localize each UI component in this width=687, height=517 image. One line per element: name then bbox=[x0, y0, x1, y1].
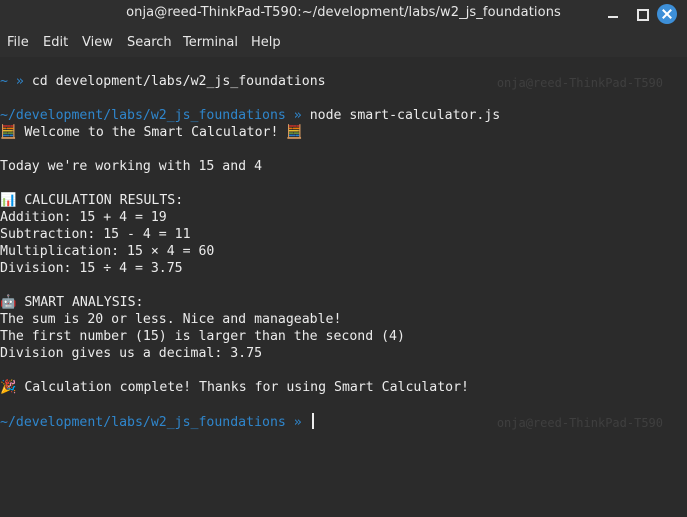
prompt-arrow: » bbox=[293, 415, 302, 430]
menu-search[interactable]: Search bbox=[127, 35, 172, 50]
prompt-arrow: » bbox=[15, 74, 24, 89]
output-analysis-3: Division gives us a decimal: 3.75 bbox=[0, 346, 263, 361]
prompt-line-2: ~/development/labs/w2_js_foundations » n… bbox=[0, 107, 500, 124]
terminal-output[interactable]: ~ » cd development/labs/w2_js_foundation… bbox=[0, 57, 687, 517]
menu-view[interactable]: View bbox=[82, 35, 113, 50]
output-analysis-1: The sum is 20 or less. Nice and manageab… bbox=[0, 312, 342, 327]
menu-bar: File Edit View Search Terminal Help bbox=[0, 27, 687, 57]
prompt-path: ~/development/labs/w2_js_foundations bbox=[0, 108, 286, 123]
output-addition: Addition: 15 + 4 = 19 bbox=[0, 210, 167, 225]
menu-terminal[interactable]: Terminal bbox=[183, 35, 238, 50]
maximize-button[interactable] bbox=[633, 5, 651, 23]
prompt-line-3: ~/development/labs/w2_js_foundations » bbox=[0, 413, 314, 431]
close-button[interactable] bbox=[657, 4, 677, 24]
prompt-arrow: » bbox=[293, 108, 302, 123]
prompt-line-1: ~ » cd development/labs/w2_js_foundation… bbox=[0, 73, 326, 90]
output-welcome: 🧮 Welcome to the Smart Calculator! 🧮 bbox=[0, 125, 303, 140]
prompt-path: ~/development/labs/w2_js_foundations bbox=[0, 415, 286, 430]
ghost-hostname: onja@reed-ThinkPad-T590 bbox=[496, 416, 663, 430]
command-text: node smart-calculator.js bbox=[309, 108, 501, 123]
title-bar: onja@reed-ThinkPad-T590:~/development/la… bbox=[0, 0, 687, 27]
window-title: onja@reed-ThinkPad-T590:~/development/la… bbox=[126, 5, 561, 20]
output-today: Today we're working with 15 and 4 bbox=[0, 159, 263, 174]
output-division: Division: 15 ÷ 4 = 3.75 bbox=[0, 261, 183, 276]
menu-file[interactable]: File bbox=[7, 35, 29, 50]
ghost-hostname: onja@reed-ThinkPad-T590 bbox=[496, 76, 663, 90]
output-analysis-2: The first number (15) is larger than the… bbox=[0, 329, 405, 344]
output-analysis-header: 🤖 SMART ANALYSIS: bbox=[0, 295, 144, 310]
minimize-button[interactable] bbox=[604, 5, 622, 23]
menu-edit[interactable]: Edit bbox=[43, 35, 68, 50]
output-multiplication: Multiplication: 15 × 4 = 60 bbox=[0, 244, 215, 259]
prompt-path: ~ bbox=[0, 74, 8, 89]
menu-help[interactable]: Help bbox=[251, 35, 281, 50]
command-text: cd development/labs/w2_js_foundations bbox=[31, 74, 326, 89]
text-cursor bbox=[311, 413, 314, 429]
output-complete: 🎉 Calculation complete! Thanks for using… bbox=[0, 380, 469, 395]
output-subtraction: Subtraction: 15 - 4 = 11 bbox=[0, 227, 191, 242]
output-results-header: 📊 CALCULATION RESULTS: bbox=[0, 193, 184, 208]
